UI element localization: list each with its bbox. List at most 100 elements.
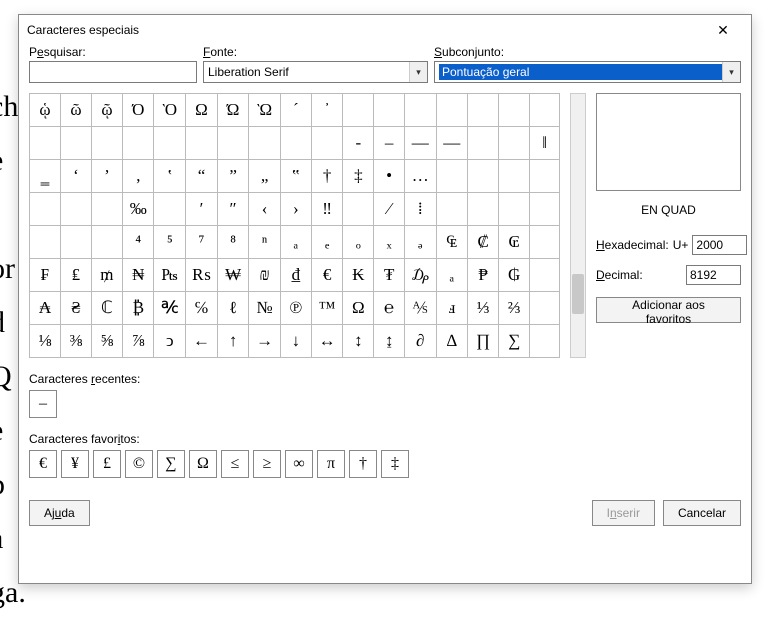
character-cell[interactable]: ↑ [217, 325, 248, 358]
character-cell[interactable]: ₮ [374, 259, 405, 292]
character-cell[interactable]: ℗ [280, 292, 311, 325]
character-cell[interactable]: ⁿ [249, 226, 281, 259]
character-cell[interactable]: ⅓ [468, 292, 499, 325]
character-cell[interactable]: ‗ [30, 160, 61, 193]
grid-scrollbar[interactable] [570, 93, 586, 358]
character-cell[interactable]: ⅝ [91, 325, 122, 358]
character-cell[interactable]: ₔ [404, 226, 436, 259]
character-cell[interactable]: ∑ [499, 325, 530, 358]
add-to-favorites-button[interactable]: Adicionar aos favoritos [596, 297, 741, 323]
character-cell[interactable] [468, 193, 499, 226]
character-cell[interactable]: › [280, 193, 311, 226]
character-grid[interactable]: ᾡῶῷΌῸΩΏῺ´᾿‐–—―‖‗‘’‚‛“”„‟†‡•…‰′″‹›‼⁄⁞⁴⁵⁷⁸… [29, 93, 560, 358]
character-cell[interactable] [154, 127, 186, 160]
scrollbar-thumb[interactable] [572, 274, 584, 314]
character-cell[interactable]: ‘ [60, 160, 91, 193]
character-cell[interactable]: ⅔ [499, 292, 530, 325]
dec-input[interactable] [686, 265, 741, 285]
favorite-character[interactable]: ≤ [221, 450, 249, 478]
character-cell[interactable]: ← [186, 325, 218, 358]
character-cell[interactable]: ₭ [343, 259, 374, 292]
search-input[interactable] [29, 61, 197, 83]
character-cell[interactable]: ℓ [217, 292, 248, 325]
character-cell[interactable] [499, 160, 530, 193]
character-cell[interactable]: ₑ [311, 226, 343, 259]
character-cell[interactable]: ‡ [343, 160, 374, 193]
favorite-character[interactable]: ∑ [157, 450, 185, 478]
character-cell[interactable]: ⁸ [217, 226, 248, 259]
favorite-character[interactable]: ¥ [61, 450, 89, 478]
font-combobox[interactable]: Liberation Serif ▾ [203, 61, 428, 83]
character-cell[interactable] [60, 127, 91, 160]
character-cell[interactable]: — [404, 127, 436, 160]
favorite-character[interactable]: ∞ [285, 450, 313, 478]
character-cell[interactable]: ´ [280, 94, 311, 127]
character-cell[interactable]: ⅞ [122, 325, 154, 358]
character-cell[interactable]: Ὼ [249, 94, 281, 127]
character-cell[interactable]: “ [186, 160, 218, 193]
character-cell[interactable]: ⁞ [404, 193, 436, 226]
character-cell[interactable]: ₲ [499, 259, 530, 292]
help-button[interactable]: Ajuda [29, 500, 90, 526]
character-cell[interactable] [30, 193, 61, 226]
character-cell[interactable]: ‹ [249, 193, 281, 226]
character-cell[interactable] [468, 127, 499, 160]
character-cell[interactable]: ⁴ [122, 226, 154, 259]
character-cell[interactable] [154, 193, 186, 226]
favorite-character[interactable]: ‡ [381, 450, 409, 478]
cancel-button[interactable]: Cancelar [663, 500, 741, 526]
character-cell[interactable]: ₩ [217, 259, 248, 292]
character-cell[interactable] [499, 94, 530, 127]
character-cell[interactable]: ⅍ [404, 292, 436, 325]
character-cell[interactable]: ‖ [530, 127, 560, 160]
character-cell[interactable]: ‚ [122, 160, 154, 193]
character-cell[interactable]: ₪ [249, 259, 281, 292]
character-cell[interactable]: ↄ [154, 325, 186, 358]
character-cell[interactable]: ₐ [436, 259, 468, 292]
character-cell[interactable]: ₢ [499, 226, 530, 259]
character-cell[interactable]: ″ [217, 193, 248, 226]
character-cell[interactable] [530, 193, 560, 226]
character-cell[interactable] [343, 193, 374, 226]
character-cell[interactable]: ₒ [343, 226, 374, 259]
character-cell[interactable]: ₠ [436, 226, 468, 259]
subset-combobox[interactable]: Pontuação geral ▾ [434, 61, 741, 83]
character-cell[interactable]: ′ [186, 193, 218, 226]
character-cell[interactable]: ↔ [311, 325, 343, 358]
character-cell[interactable]: ‰ [122, 193, 154, 226]
character-cell[interactable]: № [249, 292, 281, 325]
favorite-character[interactable]: € [29, 450, 57, 478]
character-cell[interactable] [122, 127, 154, 160]
character-cell[interactable]: ₨ [186, 259, 218, 292]
character-cell[interactable]: ₓ [374, 226, 405, 259]
favorite-character[interactable]: Ω [189, 450, 217, 478]
character-cell[interactable] [30, 127, 61, 160]
character-cell[interactable]: ‐ [343, 127, 374, 160]
character-cell[interactable]: ⅎ [436, 292, 468, 325]
character-cell[interactable]: Ω [343, 292, 374, 325]
character-cell[interactable]: ℮ [374, 292, 405, 325]
recent-character[interactable]: – [29, 390, 57, 418]
close-button[interactable]: ✕ [703, 16, 743, 44]
character-cell[interactable]: ₿ [122, 292, 154, 325]
favorite-character[interactable]: π [317, 450, 345, 478]
character-cell[interactable]: ₤ [60, 259, 91, 292]
character-cell[interactable] [436, 94, 468, 127]
character-cell[interactable] [60, 226, 91, 259]
character-cell[interactable]: ⁷ [186, 226, 218, 259]
character-cell[interactable] [91, 127, 122, 160]
character-cell[interactable]: Ώ [217, 94, 248, 127]
character-cell[interactable]: ₐ [280, 226, 311, 259]
character-cell[interactable] [468, 94, 499, 127]
character-cell[interactable] [530, 226, 560, 259]
character-cell[interactable] [404, 94, 436, 127]
character-cell[interactable]: ₣ [30, 259, 61, 292]
character-cell[interactable]: → [249, 325, 281, 358]
character-cell[interactable] [530, 259, 560, 292]
character-cell[interactable]: ᾡ [30, 94, 61, 127]
character-cell[interactable]: ↨ [374, 325, 405, 358]
character-cell[interactable] [30, 226, 61, 259]
character-cell[interactable]: ₯ [404, 259, 436, 292]
character-cell[interactable]: ₧ [154, 259, 186, 292]
character-cell[interactable] [530, 160, 560, 193]
